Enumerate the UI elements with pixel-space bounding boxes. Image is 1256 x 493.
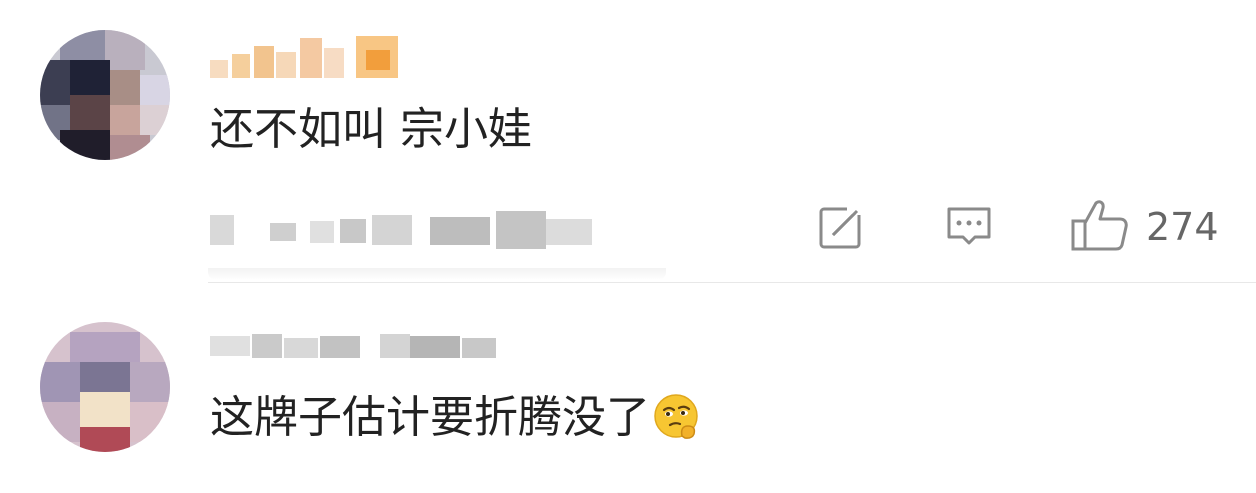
divider-shadow xyxy=(208,268,666,280)
divider xyxy=(208,282,1256,283)
like-button[interactable]: 274 xyxy=(1070,200,1220,251)
share-icon xyxy=(819,204,865,249)
username-blurred[interactable] xyxy=(210,330,500,364)
comment-text: 这牌子估计要折腾没了 xyxy=(210,392,700,444)
thinking-face-emoji xyxy=(654,394,698,439)
comment-icon xyxy=(947,207,991,245)
comment-text-content: 这牌子估计要折腾没了 xyxy=(210,392,650,443)
reply-button[interactable] xyxy=(945,203,993,251)
share-button[interactable] xyxy=(817,203,865,251)
like-count: 274 xyxy=(1146,205,1219,249)
avatar[interactable] xyxy=(40,322,170,452)
comment-item: 这牌子估计要折腾没了 xyxy=(0,0,1256,452)
